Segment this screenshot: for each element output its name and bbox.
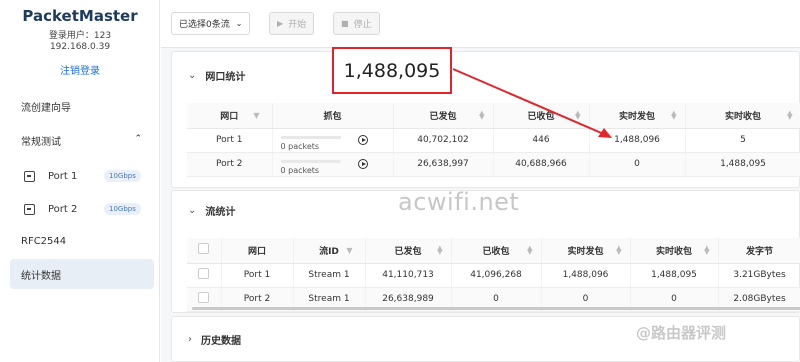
watermark-text: acwifi.net [398, 188, 520, 216]
annotation-arrow [452, 68, 612, 138]
watermark-corner: @路由器评测 [636, 324, 727, 342]
arrow-line [452, 68, 607, 136]
app-window: PacketMaster 登录用户：123 192.168.0.39 注销登录 … [0, 0, 800, 362]
